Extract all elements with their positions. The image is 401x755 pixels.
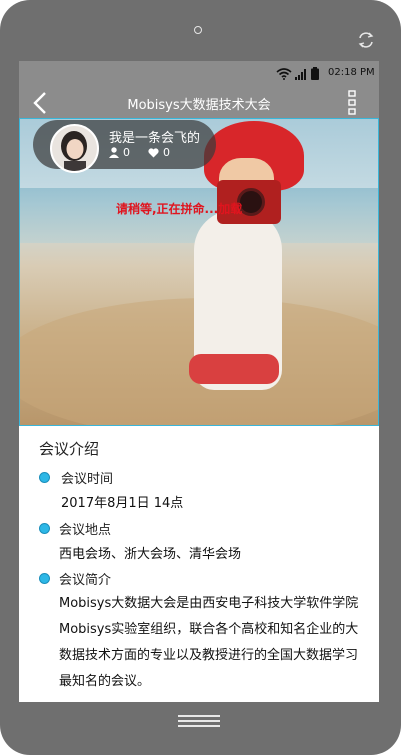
streamer-info[interactable]: 我是一条会飞的 0 0 xyxy=(33,120,216,173)
meeting-summary-label: 会议简介 xyxy=(59,573,112,588)
meeting-time-value: 2017年8月1日 14点 xyxy=(61,496,184,511)
video-player[interactable]: 我是一条会飞的 0 0 请稍等,正在拼命...加载 xyxy=(19,118,379,426)
meeting-location-label: 会议地点 xyxy=(59,523,112,538)
nav-bar: Mobisys大数据技术大会 xyxy=(19,87,379,118)
bullet-icon xyxy=(39,472,50,483)
user-icon xyxy=(109,147,119,158)
status-time: 02:18 PM xyxy=(328,67,375,78)
follower-count: 0 xyxy=(123,146,130,159)
wifi-icon xyxy=(276,68,292,80)
home-menu-icon[interactable] xyxy=(178,715,220,730)
like-count: 0 xyxy=(163,146,170,159)
meeting-info: 会议介绍 会议时间 2017年8月1日 14点 会议地点 西电会场、浙大会场、清… xyxy=(19,426,379,702)
screen: 02:18 PM Mobisys大数据技术大会 我是一条会飞的 0 0 请稍等,… xyxy=(19,61,379,702)
meeting-time-label: 会议时间 xyxy=(61,472,114,487)
meeting-location-value: 西电会场、浙大会场、清华会场 xyxy=(59,547,242,562)
loading-message: 请稍等,正在拼命...加载 xyxy=(116,202,243,216)
heart-icon xyxy=(148,147,159,157)
avatar[interactable] xyxy=(50,124,99,173)
battery-icon xyxy=(311,67,319,80)
section-title: 会议介绍 xyxy=(39,440,100,458)
bullet-icon xyxy=(39,573,50,584)
streamer-stats: 0 0 xyxy=(109,146,170,159)
status-bar: 02:18 PM xyxy=(19,61,379,87)
page-title: Mobisys大数据技术大会 xyxy=(127,98,271,113)
meeting-summary-text: Mobisys大数据大会是由西安电子科技大学软件学院Mobisys实验室组织，联… xyxy=(59,596,359,689)
bullet-icon xyxy=(39,523,50,534)
video-frame-shorts xyxy=(189,354,279,384)
rotate-icon[interactable] xyxy=(356,30,376,50)
camera-dot xyxy=(194,26,202,34)
phone-frame: 02:18 PM Mobisys大数据技术大会 我是一条会飞的 0 0 请稍等,… xyxy=(0,0,401,755)
more-icon[interactable] xyxy=(346,90,360,116)
signal-icon xyxy=(295,69,306,80)
streamer-name: 我是一条会飞的 xyxy=(109,131,201,146)
